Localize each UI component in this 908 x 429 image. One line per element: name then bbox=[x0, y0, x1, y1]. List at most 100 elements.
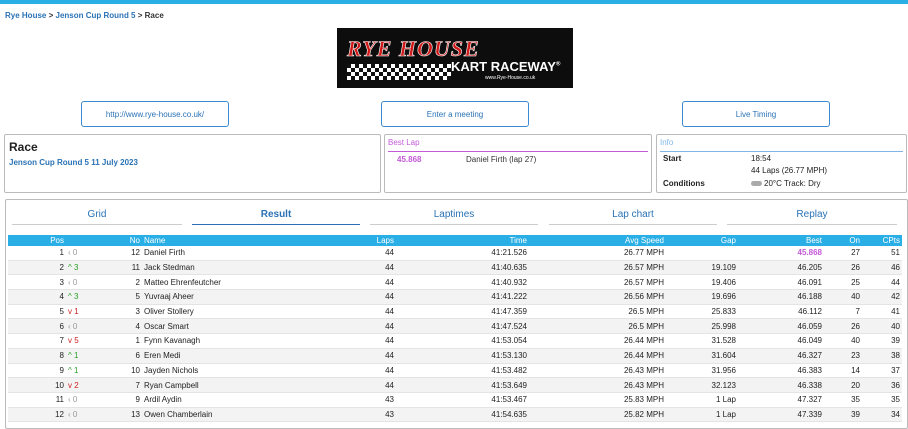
gap-cell: 19.406 bbox=[666, 274, 738, 291]
total-time-cell: 41:53.054 bbox=[396, 333, 529, 349]
column-header[interactable]: On bbox=[824, 235, 862, 246]
position-change-cell: ^ 3 bbox=[66, 289, 106, 305]
avg-speed-cell: 26.44 MPH bbox=[529, 348, 666, 364]
table-row[interactable]: 12 ‹ 0 13 Owen Chamberlain 43 41:54.635 25.82 … bbox=[8, 407, 902, 423]
info-header: Info bbox=[660, 138, 903, 152]
live-timing-button[interactable]: Live Timing bbox=[682, 101, 830, 127]
breadcrumb-event-link[interactable]: Jenson Cup Round 5 bbox=[56, 11, 136, 20]
position-cell: 6 bbox=[8, 318, 66, 335]
table-row[interactable]: 9 ^ 1 10 Jayden Nichols 44 41:53.482 26.43 MPH… bbox=[8, 363, 902, 379]
gap-cell: 32.123 bbox=[666, 377, 738, 393]
avg-speed-cell: 26.77 MPH bbox=[529, 246, 666, 261]
column-header[interactable]: Name bbox=[142, 235, 310, 246]
column-header[interactable]: Pos bbox=[8, 235, 66, 246]
best-on-lap-cell: 40 bbox=[824, 333, 862, 349]
website-link-button[interactable]: http://www.rye-house.co.uk/ bbox=[81, 101, 229, 127]
best-on-lap-cell: 35 bbox=[824, 392, 862, 408]
best-lap-header: Best Lap bbox=[388, 138, 648, 152]
column-header[interactable]: Laps bbox=[310, 235, 396, 246]
breadcrumb-home-link[interactable]: Rye House bbox=[5, 11, 46, 20]
table-row[interactable]: 7v 5 1 Fynn Kavanagh 44 41:53.054 26.44 MPH 31… bbox=[8, 333, 902, 349]
driver-name-cell: Ardil Aydin bbox=[142, 392, 310, 408]
tab-replay[interactable]: Replay bbox=[727, 205, 897, 225]
column-header[interactable]: Avg Speed bbox=[529, 235, 666, 246]
best-lap-cell: 46.112 bbox=[738, 304, 824, 320]
total-time-cell: 41:53.482 bbox=[396, 363, 529, 379]
laps-cell: 44 bbox=[310, 333, 396, 349]
championship-points-cell: 44 bbox=[862, 274, 902, 291]
position-change-value: 5 bbox=[74, 336, 79, 346]
table-row[interactable]: 1 ‹ 0 12 Daniel Firth 44 41:21.526 26.77 MPH 45… bbox=[8, 246, 902, 261]
logo-line2: KART RACEWAY® bbox=[451, 59, 561, 74]
driver-name-cell: Ryan Campbell bbox=[142, 377, 310, 393]
kart-number-cell: 13 bbox=[106, 407, 142, 423]
conditions-label: Conditions bbox=[663, 179, 705, 188]
position-change-cell: ‹ 0 bbox=[66, 318, 106, 335]
championship-points-cell: 41 bbox=[862, 304, 902, 320]
rye-house-logo[interactable]: RYE HOUSE KART RACEWAY® www.Rye-House.co… bbox=[337, 28, 573, 88]
best-lap-cell: 45.868 bbox=[738, 246, 824, 261]
best-lap-cell: 46.091 bbox=[738, 274, 824, 291]
tab-laptimes[interactable]: Laptimes bbox=[370, 205, 538, 225]
kart-number-cell: 6 bbox=[106, 348, 142, 364]
table-row[interactable]: 4 ^ 3 5 Yuvraaj Aheer 44 41:41.222 26.56 MPH 19… bbox=[8, 289, 902, 305]
column-header[interactable]: Gap bbox=[666, 235, 738, 246]
avg-speed-cell: 26.57 MPH bbox=[529, 260, 666, 276]
championship-points-cell: 40 bbox=[862, 318, 902, 335]
table-row[interactable]: 11 ‹ 0 9 Ardil Aydin 43 41:53.467 25.83 MPH 1 L… bbox=[8, 392, 902, 408]
table-row[interactable]: 6 ‹ 0 4 Oscar Smart 44 41:47.524 26.5 MPH 25.99… bbox=[8, 318, 902, 335]
kart-number-cell: 4 bbox=[106, 318, 142, 335]
tab-grid[interactable]: Grid bbox=[12, 205, 182, 225]
avg-speed-cell: 26.5 MPH bbox=[529, 304, 666, 320]
avg-speed-cell: 26.57 MPH bbox=[529, 274, 666, 291]
laps-cell: 43 bbox=[310, 392, 396, 408]
driver-name-cell: Jack Stedman bbox=[142, 260, 310, 276]
table-row[interactable]: 2 ^ 3 11 Jack Stedman 44 41:40.635 26.57 MPH 19… bbox=[8, 260, 902, 276]
column-header[interactable]: CPts bbox=[862, 235, 902, 246]
column-header[interactable]: Time bbox=[396, 235, 529, 246]
table-row[interactable]: 8 ^ 1 6 Eren Medi 44 41:53.130 26.44 MPH 31.604… bbox=[8, 348, 902, 364]
total-time-cell: 41:54.635 bbox=[396, 407, 529, 423]
position-change-cell: v 1 bbox=[66, 304, 106, 320]
column-header[interactable]: Best bbox=[738, 235, 824, 246]
best-lap-cell: 46.383 bbox=[738, 363, 824, 379]
laps-cell: 44 bbox=[310, 304, 396, 320]
arrow-down-icon: v bbox=[68, 380, 72, 390]
position-cell: 3 bbox=[8, 274, 66, 291]
best-on-lap-cell: 7 bbox=[824, 304, 862, 320]
kart-number-cell: 9 bbox=[106, 392, 142, 408]
conditions-value: 20°C Track: Dry bbox=[751, 179, 821, 188]
total-time-cell: 41:40.932 bbox=[396, 274, 529, 291]
laps-summary: 44 Laps (26.77 MPH) bbox=[751, 166, 828, 175]
position-change-indicator: ‹ 0 bbox=[68, 395, 90, 404]
tab-result[interactable]: Result bbox=[192, 205, 360, 225]
results-table: Pos No Name Laps Time Avg Speed Gap Best… bbox=[8, 235, 902, 423]
gap-cell: 19.109 bbox=[666, 260, 738, 276]
best-lap-cell: 46.327 bbox=[738, 348, 824, 364]
kart-number-cell: 7 bbox=[106, 377, 142, 393]
unchanged-icon: ‹ bbox=[68, 277, 71, 287]
avg-speed-cell: 26.5 MPH bbox=[529, 318, 666, 335]
championship-points-cell: 37 bbox=[862, 363, 902, 379]
gap-cell: 19.696 bbox=[666, 289, 738, 305]
position-change-value: 2 bbox=[74, 380, 79, 390]
enter-meeting-button[interactable]: Enter a meeting bbox=[381, 101, 529, 127]
arrow-up-icon: ^ bbox=[68, 292, 72, 302]
column-header[interactable]: No bbox=[106, 235, 142, 246]
championship-points-cell: 36 bbox=[862, 377, 902, 393]
breadcrumb: Rye House > Jenson Cup Round 5 > Race bbox=[5, 11, 164, 20]
championship-points-cell: 51 bbox=[862, 246, 902, 261]
tab-lap-chart[interactable]: Lap chart bbox=[549, 205, 717, 225]
table-row[interactable]: 3 ‹ 0 2 Matteo Ehrenfeutcher 44 41:40.932 26.5… bbox=[8, 274, 902, 291]
laps-cell: 44 bbox=[310, 260, 396, 276]
cloud-icon bbox=[751, 181, 762, 186]
best-lap-time: 45.868 bbox=[397, 155, 422, 164]
total-time-cell: 41:40.635 bbox=[396, 260, 529, 276]
table-row[interactable]: 5v 1 3 Oliver Stollery 44 41:47.359 26.5 MPH 2… bbox=[8, 304, 902, 320]
arrow-up-icon: ^ bbox=[68, 351, 72, 361]
position-change-cell: v 2 bbox=[66, 377, 106, 393]
position-change-indicator: v 5 bbox=[68, 336, 90, 345]
table-row[interactable]: 10 v 2 7 Ryan Campbell 44 41:53.649 26.43 MPH 3… bbox=[8, 377, 902, 393]
laps-cell: 43 bbox=[310, 407, 396, 423]
position-change-value: 1 bbox=[74, 351, 79, 361]
